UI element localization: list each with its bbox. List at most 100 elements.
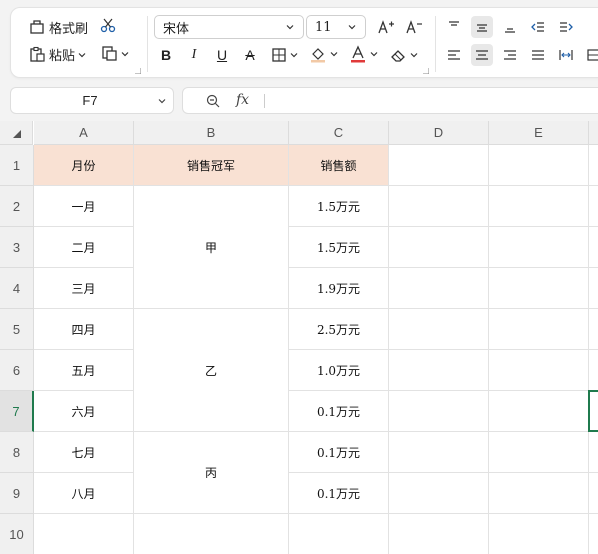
month-cell[interactable]: 一月	[34, 186, 134, 227]
align-bottom-button[interactable]	[499, 16, 521, 38]
font-name-select[interactable]: 宋体	[154, 15, 304, 39]
increase-indent-button[interactable]	[555, 16, 577, 38]
row-header-1[interactable]: 1	[0, 145, 34, 186]
row-header-5[interactable]: 5	[0, 309, 34, 350]
row-header-9[interactable]: 9	[0, 473, 34, 514]
cell[interactable]	[589, 268, 598, 309]
cell[interactable]	[389, 350, 489, 391]
table-header-cell[interactable]: 销售冠军	[134, 145, 289, 186]
cell[interactable]	[489, 227, 589, 268]
cell[interactable]	[389, 268, 489, 309]
align-center-button[interactable]	[471, 44, 493, 66]
month-cell[interactable]: 四月	[34, 309, 134, 350]
table-header-cell[interactable]: 月份	[34, 145, 134, 186]
table-header-cell[interactable]: 销售额	[289, 145, 389, 186]
increase-font-size-button[interactable]	[375, 16, 397, 38]
cell[interactable]	[589, 350, 598, 391]
cell[interactable]	[389, 514, 489, 554]
cell[interactable]	[589, 473, 598, 514]
cell[interactable]	[489, 145, 589, 186]
month-cell[interactable]: 八月	[34, 473, 134, 514]
align-middle-button[interactable]	[471, 16, 493, 38]
sales-cell[interactable]: 0.1万元	[289, 391, 389, 432]
cell[interactable]	[589, 514, 598, 554]
zoom-lookup-icon[interactable]	[205, 93, 221, 113]
cell[interactable]	[589, 309, 598, 350]
row-header-7[interactable]: 7	[0, 391, 34, 432]
row-header-4[interactable]: 4	[0, 268, 34, 309]
cell[interactable]	[489, 268, 589, 309]
month-cell[interactable]: 五月	[34, 350, 134, 391]
dialog-launcher-icon[interactable]	[135, 68, 141, 74]
cell[interactable]	[389, 186, 489, 227]
cell[interactable]	[489, 473, 589, 514]
cell[interactable]	[489, 391, 589, 432]
cell[interactable]	[389, 473, 489, 514]
cell[interactable]	[34, 514, 134, 554]
cell[interactable]	[389, 391, 489, 432]
cell[interactable]	[589, 186, 598, 227]
column-header-b[interactable]: B	[134, 121, 289, 145]
cell[interactable]	[134, 514, 289, 554]
column-header-e[interactable]: E	[489, 121, 589, 145]
column-header-d[interactable]: D	[389, 121, 489, 145]
clear-button[interactable]	[389, 47, 418, 63]
cell[interactable]	[589, 227, 598, 268]
cell[interactable]	[489, 309, 589, 350]
bold-button[interactable]: B	[155, 44, 177, 66]
select-all-corner[interactable]	[0, 121, 33, 145]
cell[interactable]	[389, 309, 489, 350]
sales-cell[interactable]: 1.5万元	[289, 227, 389, 268]
sales-cell[interactable]: 2.5万元	[289, 309, 389, 350]
align-left-button[interactable]	[443, 44, 465, 66]
row-header-2[interactable]: 2	[0, 186, 34, 227]
cell[interactable]	[489, 350, 589, 391]
cell[interactable]	[389, 432, 489, 473]
column-header-partial[interactable]	[589, 121, 598, 145]
sales-cell[interactable]: 0.1万元	[289, 432, 389, 473]
column-header-a[interactable]: A	[34, 121, 134, 145]
champion-merged-cell[interactable]: 丙	[134, 432, 289, 514]
row-header-10[interactable]: 10	[0, 514, 34, 554]
column-header-c[interactable]: C	[289, 121, 389, 145]
cell[interactable]	[389, 227, 489, 268]
sales-cell[interactable]: 1.0万元	[289, 350, 389, 391]
spreadsheet-grid[interactable]: A B C D E 1 2 3 4 5 6 7 8 9 10 月份 销售冠军 销售额 一月 二月 三月 四月 五月 六月 七月八…	[0, 121, 598, 554]
underline-button[interactable]: U	[211, 44, 233, 66]
sales-cell[interactable]: 1.9万元	[289, 268, 389, 309]
dialog-launcher-icon[interactable]	[423, 68, 429, 74]
month-cell[interactable]: 三月	[34, 268, 134, 309]
row-header-8[interactable]: 8	[0, 432, 34, 473]
merge-cells-button[interactable]	[583, 44, 598, 66]
justify-button[interactable]	[527, 44, 549, 66]
cell[interactable]	[289, 514, 389, 554]
format-painter-button[interactable]: 格式刷	[29, 18, 88, 37]
month-cell[interactable]: 二月	[34, 227, 134, 268]
sales-cell[interactable]: 1.5万元	[289, 186, 389, 227]
align-right-button[interactable]	[499, 44, 521, 66]
champion-merged-cell[interactable]: 甲	[134, 186, 289, 309]
align-top-button[interactable]	[443, 16, 465, 38]
row-header-6[interactable]: 6	[0, 350, 34, 391]
font-color-button[interactable]	[349, 45, 378, 63]
cell[interactable]	[489, 432, 589, 473]
cell[interactable]	[489, 186, 589, 227]
name-box[interactable]: F7	[10, 87, 174, 114]
champion-merged-cell[interactable]: 乙	[134, 309, 289, 432]
decrease-indent-button[interactable]	[527, 16, 549, 38]
month-cell[interactable]: 七月	[34, 432, 134, 473]
borders-button[interactable]	[271, 47, 298, 63]
sales-cell[interactable]: 0.1万元	[289, 473, 389, 514]
cell[interactable]	[389, 145, 489, 186]
copy-button[interactable]	[101, 45, 129, 62]
decrease-font-size-button[interactable]	[403, 16, 425, 38]
italic-button[interactable]: I	[183, 44, 205, 66]
font-size-select[interactable]: 11	[306, 15, 366, 39]
cell[interactable]	[589, 145, 598, 186]
cell[interactable]	[489, 514, 589, 554]
paste-button[interactable]: 粘贴	[29, 45, 86, 64]
month-cell[interactable]: 六月	[34, 391, 134, 432]
cut-button[interactable]	[97, 16, 119, 38]
strikethrough-button[interactable]: A	[239, 44, 261, 66]
formula-bar[interactable]: fx	[182, 87, 598, 114]
